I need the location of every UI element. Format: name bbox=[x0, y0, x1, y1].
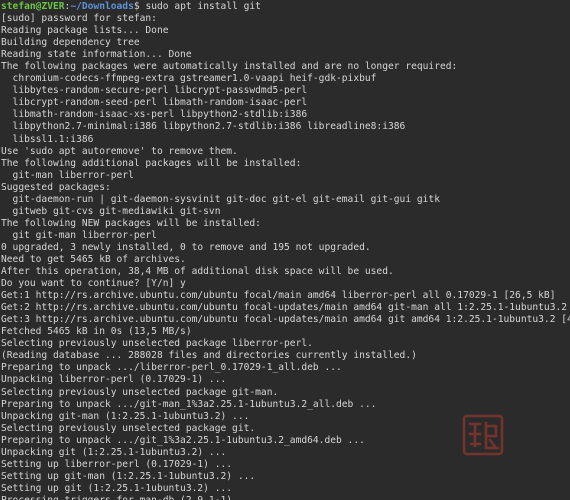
output-line: 0 upgraded, 3 newly installed, 0 to remo… bbox=[1, 241, 371, 253]
output-line: Suggested packages: bbox=[1, 181, 111, 193]
output-line: The following packages were automaticall… bbox=[1, 61, 458, 73]
output-line: Unpacking git-man (1:2.25.1-1ubuntu3.2) … bbox=[1, 410, 250, 422]
output-line: After this operation, 38,4 MB of additio… bbox=[1, 266, 394, 278]
output-line: [sudo] password for stefan: bbox=[1, 13, 157, 25]
output-line: chromium-codecs-ffmpeg-extra gstreamer1.… bbox=[1, 73, 377, 85]
output-line: libbytes-random-secure-perl libcrypt-pas… bbox=[1, 85, 308, 97]
output-line: libcrypt-random-seed-perl libmath-random… bbox=[1, 97, 308, 109]
output-line: Processing triggers for man-db (2.9.1-1)… bbox=[1, 495, 570, 500]
output-line: Use 'sudo apt autoremove' to remove them… bbox=[1, 145, 238, 157]
output-line: Setting up git (1:2.25.1-1ubuntu3.2) ... bbox=[1, 482, 233, 494]
output-line: (Reading database ... 288028 files and d… bbox=[1, 350, 417, 362]
output-line: libssl1.1:i386 bbox=[1, 133, 94, 145]
output-line: The following NEW packages will be insta… bbox=[1, 217, 261, 229]
output-line: Setting up git-man (1:2.25.1-1ubuntu3.2)… bbox=[1, 470, 256, 482]
prompt-command: sudo apt install git bbox=[145, 1, 261, 12]
output-line: Selecting previously unselected package … bbox=[1, 338, 313, 350]
output-line: libpython2.7-minimal:i386 libpython2.7-s… bbox=[1, 121, 406, 133]
output-line: The following additional packages will b… bbox=[1, 157, 302, 169]
output-line: Selecting previously unselected package … bbox=[1, 422, 256, 434]
terminal-window[interactable]: stefan@ZVER:~/Downloads$ sudo apt instal… bbox=[0, 0, 570, 500]
output-line: Fetched 5465 kB in 0s (13,5 MB/s) bbox=[1, 326, 192, 338]
output-line: gitweb git-cvs git-mediawiki git-svn bbox=[1, 205, 221, 217]
output-line: git-man liberror-perl bbox=[1, 169, 134, 181]
output-line: git git-man liberror-perl bbox=[1, 229, 157, 241]
output-line: Setting up liberror-perl (0.17029-1) ... bbox=[1, 458, 233, 470]
output-line: Reading state information... Done bbox=[1, 49, 192, 61]
output-line: Unpacking liberror-perl (0.17029-1) ... bbox=[1, 374, 227, 386]
output-line: Need to get 5465 kB of archives. bbox=[1, 253, 186, 265]
output-line: Reading package lists... Done bbox=[1, 25, 169, 37]
output-line: git-daemon-run | git-daemon-sysvinit git… bbox=[1, 193, 440, 205]
prompt-user-host: stefan@ZVER bbox=[1, 1, 65, 12]
output-line: libmath-random-isaac-xs-perl libpython2-… bbox=[1, 109, 308, 121]
output-line: Preparing to unpack .../liberror-perl_0.… bbox=[1, 362, 342, 374]
output-line: Get:3 http://rs.archive.ubuntu.com/ubunt… bbox=[1, 314, 570, 326]
output-line: Do you want to continue? [Y/n] y bbox=[1, 278, 186, 290]
output-line: Building dependency tree bbox=[1, 37, 140, 49]
terminal-output: [sudo] password for stefan: Reading packa… bbox=[1, 13, 570, 500]
output-line: Preparing to unpack .../git_1%3a2.25.1-1… bbox=[1, 434, 365, 446]
output-line: Selecting previously unselected package … bbox=[1, 386, 279, 398]
prompt-line: stefan@ZVER:~/Downloads$ sudo apt instal… bbox=[1, 1, 570, 13]
output-line: Get:2 http://rs.archive.ubuntu.com/ubunt… bbox=[1, 302, 570, 314]
output-line: Preparing to unpack .../git-man_1%3a2.25… bbox=[1, 398, 377, 410]
output-line: Unpacking git (1:2.25.1-1ubuntu3.2) ... bbox=[1, 446, 227, 458]
prompt-symbol: $ bbox=[133, 1, 146, 12]
prompt-path: ~/Downloads bbox=[70, 1, 134, 12]
output-line: Get:1 http://rs.archive.ubuntu.com/ubunt… bbox=[1, 290, 556, 302]
